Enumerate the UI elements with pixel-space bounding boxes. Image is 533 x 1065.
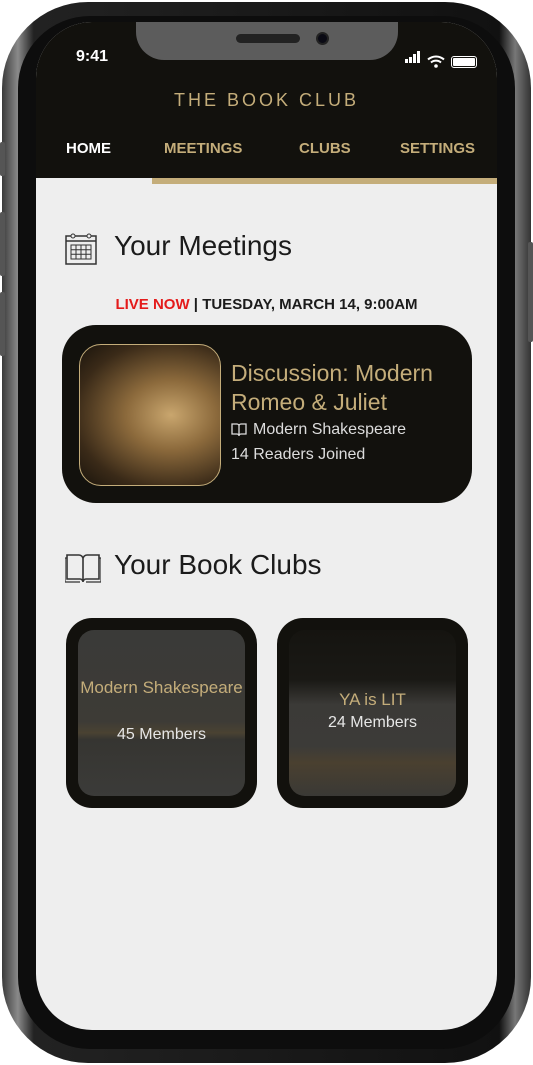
volume-down-button: [0, 292, 5, 356]
meeting-datetime: TUESDAY, MARCH 14, 9:00AM: [202, 296, 418, 313]
meeting-title: Discussion: Modern Romeo & Juliet: [231, 360, 433, 415]
club-name: YA is LIT: [339, 690, 406, 709]
signal-icon: [405, 50, 421, 68]
club-card[interactable]: YA is LIT 24 Members: [277, 618, 468, 808]
battery-icon: [451, 56, 477, 68]
screen: 9:41 THE BOOK CLUB HOME MEETINGS CLUBS S…: [36, 22, 497, 1030]
calendar-icon: [65, 233, 97, 265]
tab-meetings[interactable]: MEETINGS: [164, 140, 242, 157]
tab-clubs[interactable]: CLUBS: [299, 140, 351, 157]
meeting-club: Modern Shakespeare: [231, 421, 406, 439]
camera: [316, 32, 329, 45]
nav-underline: [152, 178, 497, 184]
meeting-card[interactable]: Discussion: Modern Romeo & Juliet Modern…: [62, 325, 472, 503]
status-time: 9:41: [76, 48, 109, 65]
app-header: 9:41 THE BOOK CLUB HOME MEETINGS CLUBS S…: [36, 22, 497, 178]
club-image: [289, 630, 456, 796]
live-meeting-label: LIVE NOW | TUESDAY, MARCH 14, 9:00AM: [36, 296, 497, 313]
open-book-icon: [65, 554, 101, 583]
tab-home[interactable]: HOME: [66, 140, 111, 157]
app-title: THE BOOK CLUB: [173, 90, 360, 110]
club-name: Modern Shakespeare: [80, 678, 243, 697]
notch: [136, 22, 398, 60]
club-members: 45 Members: [117, 726, 206, 743]
meetings-heading: Your Meetings: [114, 230, 292, 261]
status-icons: [405, 50, 477, 68]
live-now-badge: LIVE NOW: [115, 296, 190, 313]
tab-settings[interactable]: SETTINGS: [400, 140, 475, 157]
club-members: 24 Members: [328, 714, 417, 731]
book-icon: [231, 423, 247, 437]
power-button: [528, 242, 533, 342]
speaker: [236, 34, 300, 43]
side-button: [0, 142, 5, 176]
separator: |: [189, 296, 203, 313]
volume-up-button: [0, 212, 5, 276]
book-clubs-heading: Your Book Clubs: [114, 549, 322, 580]
meeting-image: [79, 344, 221, 486]
club-card[interactable]: Modern Shakespeare 45 Members: [66, 618, 257, 808]
meeting-readers: 14 Readers Joined: [231, 446, 366, 463]
wifi-icon: [427, 55, 445, 68]
club-image: [78, 630, 245, 796]
meeting-club-name: Modern Shakespeare: [253, 421, 406, 438]
